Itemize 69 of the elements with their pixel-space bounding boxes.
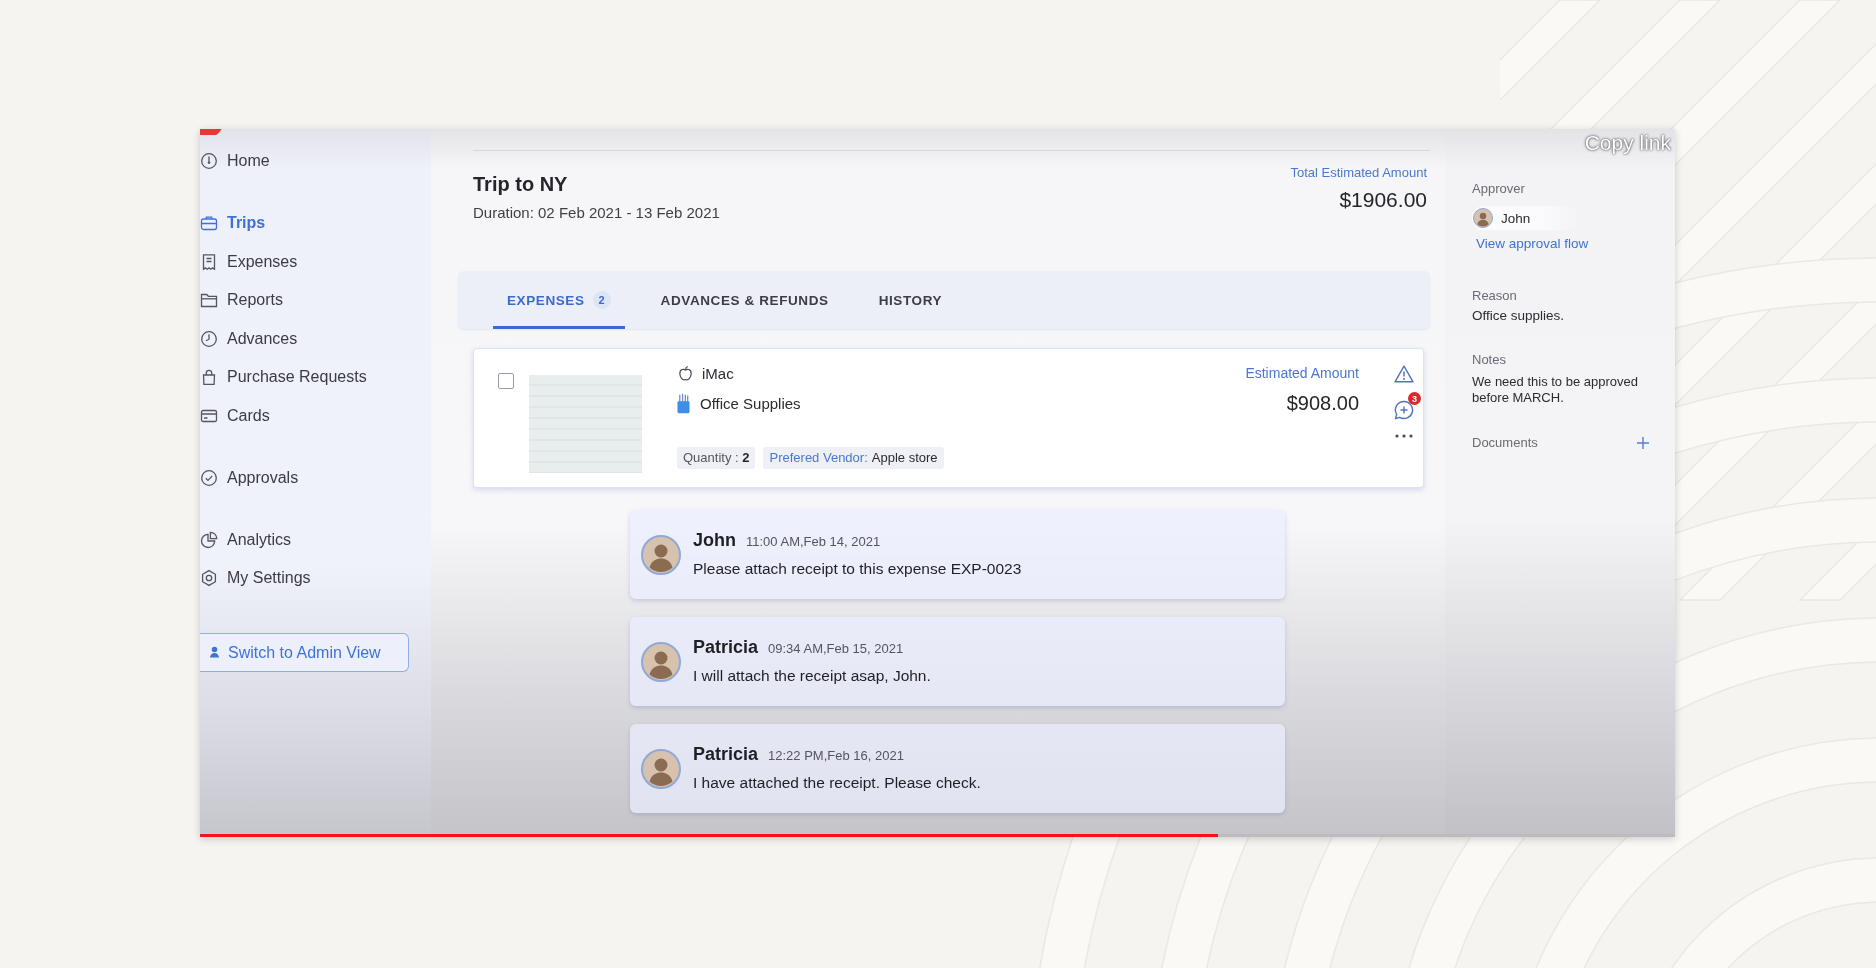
quantity-tag: Quantity : 2 (677, 447, 756, 469)
receipt-icon (200, 252, 218, 271)
total-amount-label: Total Estimated Amount (1290, 164, 1427, 182)
item-name: iMac (702, 364, 734, 382)
sidebar-item[interactable]: Cards (200, 403, 270, 428)
sidebar-item[interactable]: Trips (200, 211, 266, 235)
copy-link-button[interactable]: Copy link (1584, 131, 1671, 155)
select-checkbox[interactable] (498, 373, 514, 389)
bag-icon (200, 368, 218, 386)
plus-icon (1637, 437, 1649, 449)
tab[interactable]: HISTORY (864, 271, 957, 329)
author-name: Patricia (693, 743, 759, 765)
approver-label: Approver (1472, 180, 1526, 198)
avatar-icon (641, 534, 681, 575)
reason-label: Reason (1472, 287, 1518, 305)
comment-add-icon[interactable] (1394, 400, 1414, 420)
approval-flow-link[interactable]: View approval flow (1476, 235, 1589, 253)
sidebar-item[interactable]: Purchase Requests (200, 365, 367, 389)
folder-icon (200, 291, 218, 309)
pencil-cup-icon (677, 392, 690, 414)
pie-chart-icon (200, 530, 218, 549)
sidebar-item[interactable]: Reports (200, 288, 284, 312)
avatar-icon (641, 748, 681, 789)
home-icon (200, 152, 218, 170)
tab[interactable]: ADVANCES & REFUNDS (646, 271, 843, 329)
estimated-amount-label: Estimated Amount (1245, 364, 1359, 383)
author-name: Patricia (693, 636, 759, 658)
total-amount: $1906.00 (1338, 187, 1427, 213)
comment-text: I will attach the receipt asap, John. (693, 665, 931, 686)
avatar-icon (641, 641, 681, 682)
approver-name: John (1501, 210, 1531, 226)
video-progress-track[interactable] (200, 834, 1675, 837)
notes-text: We need this to be approved before MARCH. (1472, 374, 1639, 406)
apple-icon (677, 364, 694, 382)
settings-icon (200, 569, 218, 587)
comment-text: I have attached the receipt. Please check. (693, 772, 981, 793)
person-icon (209, 646, 220, 659)
comment-time: 12:22 PM,Feb 16, 2021 (768, 747, 904, 763)
switch-to-admin-button[interactable]: Switch to Admin View (200, 633, 409, 672)
circle-fragment-icon (200, 129, 222, 135)
sidebar-item[interactable]: Expenses (200, 249, 298, 274)
warning-icon[interactable] (1394, 365, 1414, 383)
sidebar-item[interactable]: Advances (200, 326, 298, 351)
trip-title: Trip to NY (473, 172, 569, 197)
sidebar-item[interactable]: My Settings (200, 566, 311, 590)
sidebar-item[interactable]: Analytics (200, 527, 292, 552)
count-badge: 2 (592, 291, 611, 309)
comment-text: Please attach receipt to this expense EXP-0023 (693, 558, 1022, 579)
tab[interactable]: EXPENSES 2 (493, 271, 625, 329)
reason-text: Office supplies. (1472, 307, 1566, 325)
add-document-button[interactable] (1637, 437, 1649, 449)
comment-time: 11:00 AM,Feb 14, 2021 (746, 533, 881, 549)
vendor-name: Apple store (871, 450, 938, 465)
clock-icon (200, 329, 218, 348)
avatar-icon (1473, 208, 1493, 228)
check-circle-icon (200, 468, 218, 487)
comment-count-badge: 3 (1408, 392, 1421, 405)
suitcase-icon (200, 214, 218, 232)
trip-duration: Duration: 02 Feb 2021 - 13 Feb 2021 (473, 203, 720, 223)
author-name: John (693, 529, 736, 551)
more-icon[interactable] (1395, 434, 1413, 438)
sidebar-item[interactable]: Approvals (200, 465, 299, 490)
comment-time: 09:34 AM,Feb 15, 2021 (768, 640, 904, 656)
category-name: Office Supplies (700, 394, 801, 412)
estimated-amount: $908.00 (1285, 391, 1359, 416)
documents-label: Documents (1472, 434, 1538, 452)
sidebar-item[interactable]: Home (200, 149, 270, 173)
notes-label: Notes (1472, 351, 1507, 369)
vendor-label: Prefered Vendor: (769, 450, 868, 465)
